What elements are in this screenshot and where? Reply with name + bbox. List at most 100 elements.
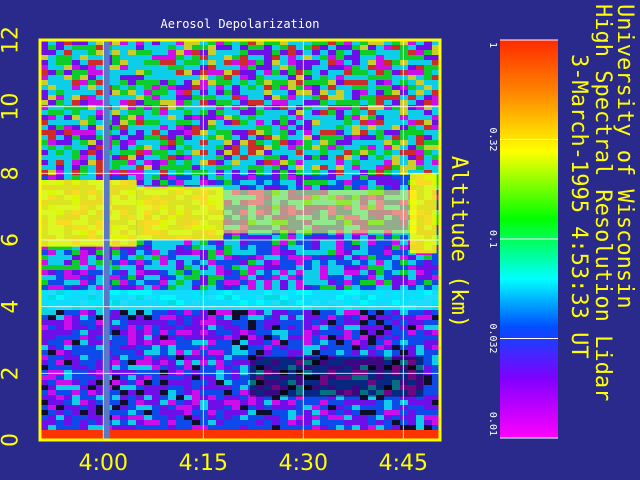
heatmap-cell <box>320 175 328 180</box>
heatmap-cell <box>72 385 80 390</box>
heatmap-cell <box>336 95 344 100</box>
heatmap-cell <box>280 50 288 55</box>
heatmap-cell <box>160 375 168 380</box>
heatmap-cell <box>160 335 168 340</box>
heatmap-cell <box>64 250 72 255</box>
heatmap-cell <box>312 275 320 280</box>
heatmap-cell <box>184 240 192 245</box>
heatmap-cell <box>128 375 136 380</box>
heatmap-cell <box>352 45 360 50</box>
heatmap-cell <box>184 275 192 280</box>
heatmap-cell <box>328 350 336 355</box>
heatmap-cell <box>144 95 152 100</box>
heatmap-cell <box>384 105 392 110</box>
heatmap-cell <box>192 275 200 280</box>
heatmap-cell <box>416 325 424 330</box>
heatmap-cell <box>312 270 320 275</box>
heatmap-cell <box>360 185 368 190</box>
heatmap-cell <box>240 275 248 280</box>
heatmap-cell <box>144 365 152 370</box>
heatmap-cell <box>72 265 80 270</box>
heatmap-cell <box>96 285 104 290</box>
heatmap-cell <box>168 335 176 340</box>
heatmap-cell <box>224 120 232 125</box>
heatmap-cell <box>336 235 344 240</box>
heatmap-cell <box>152 260 160 265</box>
heatmap-cell <box>128 70 136 75</box>
heatmap-cell <box>112 135 120 140</box>
heatmap-cell <box>128 85 136 90</box>
heatmap-cell <box>408 400 416 405</box>
heatmap-cell <box>96 350 104 355</box>
heatmap-cell <box>112 70 120 75</box>
heatmap-cell <box>328 275 336 280</box>
heatmap-cell <box>256 70 264 75</box>
heatmap-cell <box>368 160 376 165</box>
heatmap-cell <box>88 340 96 345</box>
heatmap-cell <box>144 100 152 105</box>
heatmap-cell <box>176 70 184 75</box>
heatmap-cell <box>424 75 432 80</box>
heatmap-cell <box>80 400 88 405</box>
heatmap-cell <box>296 350 304 355</box>
heatmap-cell <box>368 275 376 280</box>
heatmap-cell <box>64 105 72 110</box>
heatmap-cell <box>360 275 368 280</box>
heatmap-cell <box>240 165 248 170</box>
heatmap-cell <box>400 260 408 265</box>
heatmap-cell <box>360 165 368 170</box>
heatmap-cell <box>328 280 336 285</box>
heatmap-cell <box>272 75 280 80</box>
heatmap-cell <box>240 60 248 65</box>
heatmap-cell <box>424 255 432 260</box>
heatmap-cell <box>240 80 248 85</box>
heatmap-cell <box>224 85 232 90</box>
heatmap-cell <box>312 135 320 140</box>
heatmap-cell <box>96 45 104 50</box>
heatmap-cell <box>192 170 200 175</box>
heatmap-cell <box>160 345 168 350</box>
heatmap-cell <box>192 335 200 340</box>
heatmap-cell <box>56 70 64 75</box>
heatmap-cell <box>360 60 368 65</box>
heatmap-cell <box>152 160 160 165</box>
heatmap-cell <box>200 335 208 340</box>
heatmap-cell <box>312 70 320 75</box>
heatmap-cell <box>112 395 120 400</box>
heatmap-cell <box>152 250 160 255</box>
heatmap-cell <box>216 375 224 380</box>
heatmap-cell <box>312 165 320 170</box>
heatmap-cell <box>80 405 88 410</box>
heatmap-cell <box>160 105 168 110</box>
heatmap-cell <box>272 270 280 275</box>
heatmap-cell <box>336 160 344 165</box>
heatmap-cell <box>304 245 312 250</box>
heatmap-cell <box>384 45 392 50</box>
heatmap-cell <box>56 140 64 145</box>
heatmap-cell <box>192 80 200 85</box>
heatmap-cell <box>168 320 176 325</box>
heatmap-cell <box>296 155 304 160</box>
heatmap-cell <box>304 420 312 425</box>
heatmap-cell <box>392 410 400 415</box>
heatmap-cell <box>232 185 240 190</box>
heatmap-cell <box>248 185 256 190</box>
heatmap-cell <box>296 165 304 170</box>
heatmap-cell <box>248 140 256 145</box>
heatmap-cell <box>360 255 368 260</box>
heatmap-cell <box>264 175 272 180</box>
heatmap-cell <box>232 320 240 325</box>
heatmap-cell <box>312 185 320 190</box>
heatmap-cell <box>240 75 248 80</box>
heatmap-cell <box>200 400 208 405</box>
heatmap-cell <box>352 150 360 155</box>
heatmap-cell <box>264 105 272 110</box>
heatmap-cell <box>416 400 424 405</box>
heatmap-cell <box>256 315 264 320</box>
heatmap-cell <box>336 45 344 50</box>
heatmap-cell <box>64 255 72 260</box>
heatmap-cell <box>368 100 376 105</box>
heatmap-cell <box>88 345 96 350</box>
heatmap-cell <box>176 310 184 315</box>
heatmap-cell <box>64 325 72 330</box>
